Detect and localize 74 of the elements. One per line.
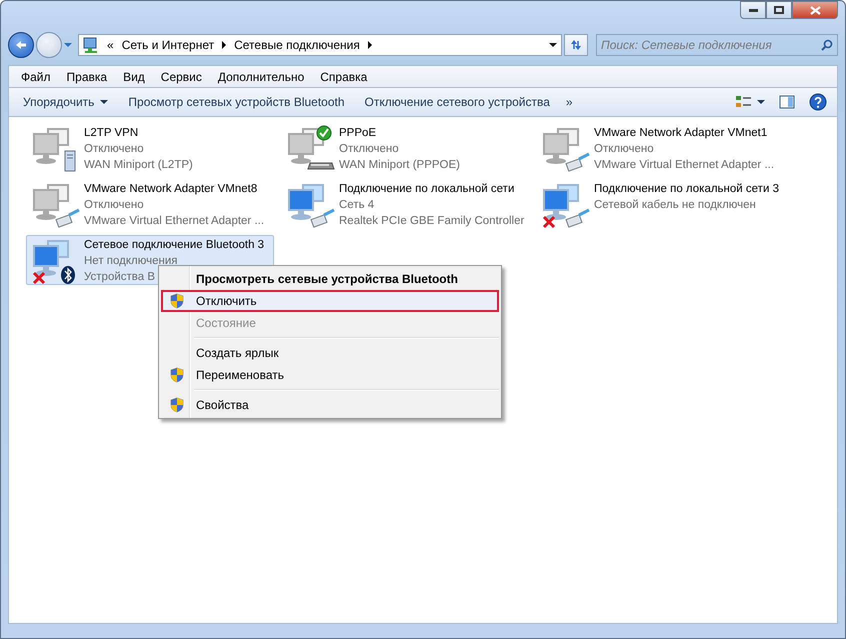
shield-icon xyxy=(170,397,184,413)
toolbar-button[interactable]: Отключение сетевого устройства xyxy=(354,92,560,112)
address-bar[interactable]: « Сеть и Интернет Сетевые подключения xyxy=(78,34,562,56)
shield-icon xyxy=(170,293,184,309)
server-icon xyxy=(64,150,76,172)
connection-name: Подключение по локальной сети 3 xyxy=(594,182,779,197)
menu-bar-item[interactable]: Дополнительно xyxy=(210,70,312,84)
search-icon xyxy=(821,39,833,51)
device-name: WAN Miniport (L2TP) xyxy=(84,158,193,173)
chevron-icon[interactable] xyxy=(222,41,226,49)
cable-icon xyxy=(310,208,335,228)
connection-item[interactable]: PPPoE Отключено WAN Miniport (PPPOE) xyxy=(281,123,529,173)
connection-status: Отключено xyxy=(84,142,144,157)
connection-status: Отключено xyxy=(84,198,144,213)
maximize-button[interactable] xyxy=(766,1,792,19)
connection-item[interactable]: Подключение по локальной сети Сеть 4 Realtek PCIe GBE Family Controller xyxy=(281,179,529,229)
menu-item[interactable]: Создать ярлык xyxy=(161,342,499,364)
menu-bar-item[interactable]: Файл xyxy=(13,70,59,84)
refresh-button[interactable] xyxy=(564,34,588,56)
connection-status: Нет подключения xyxy=(84,254,178,269)
shield-icon xyxy=(170,367,184,383)
view-options-icon[interactable] xyxy=(735,95,765,109)
menu-item[interactable]: Переименовать xyxy=(161,364,499,386)
more-commands[interactable]: » xyxy=(560,95,579,109)
back-button[interactable] xyxy=(8,32,34,58)
connection-status: Сеть 4 xyxy=(339,198,374,213)
help-icon[interactable] xyxy=(809,93,827,111)
modem-icon xyxy=(307,162,335,170)
network-folder-icon xyxy=(83,37,99,53)
menu-item[interactable]: Свойства xyxy=(161,394,499,416)
menu-bar-item[interactable]: Сервис xyxy=(152,70,210,84)
device-name: Устройства B xyxy=(84,270,156,285)
connection-name: L2TP VPN xyxy=(84,126,138,141)
menu-bar-item[interactable]: Правка xyxy=(58,70,116,84)
device-name: VMware Virtual Ethernet Adapter ... xyxy=(594,158,774,173)
connection-status: Отключено xyxy=(594,142,654,157)
chevron-icon[interactable] xyxy=(368,41,372,49)
refresh-icon xyxy=(569,39,583,51)
close-button[interactable] xyxy=(792,1,838,19)
connection-name: Подключение по локальной сети xyxy=(339,182,514,197)
connection-name: Сетевое подключение Bluetooth 3 xyxy=(84,238,264,253)
connection-item[interactable]: Подключение по локальной сети 3 Сетевой кабель не подключен xyxy=(536,179,784,229)
device-name: VMware Virtual Ethernet Adapter ... xyxy=(84,214,264,229)
bluetooth-icon xyxy=(61,266,75,284)
toolbar-button[interactable]: Упорядочить xyxy=(13,92,118,112)
menu-bar-item[interactable]: Справка xyxy=(312,70,376,84)
back-arrow-icon xyxy=(15,40,27,50)
cable-icon xyxy=(565,152,590,172)
history-caret-icon[interactable] xyxy=(64,43,72,47)
preview-pane-icon[interactable] xyxy=(779,95,795,109)
connection-item[interactable]: VMware Network Adapter VMnet8 Отключено VMware Virtual Ethernet Adapter ... xyxy=(26,179,274,229)
maximize-icon xyxy=(774,6,784,14)
cable-icon xyxy=(55,208,80,228)
device-name: WAN Miniport (PPPOE) xyxy=(339,158,460,173)
cable-icon xyxy=(565,208,590,228)
device-name: Realtek PCIe GBE Family Controller xyxy=(339,214,524,229)
menu-item[interactable]: Отключить xyxy=(161,290,499,312)
connection-name: VMware Network Adapter VMnet1 xyxy=(594,126,768,141)
breadcrumb-item[interactable]: Сеть и Интернет xyxy=(122,38,214,52)
search-field[interactable]: Поиск: Сетевые подключения xyxy=(596,34,838,56)
connection-item[interactable]: VMware Network Adapter VMnet1 Отключено VMware Virtual Ethernet Adapter ... xyxy=(536,123,784,173)
connection-status: Сетевой кабель не подключен xyxy=(594,198,756,213)
minimize-button[interactable] xyxy=(740,1,766,19)
connection-name: PPPoE xyxy=(339,126,376,141)
close-icon xyxy=(810,6,820,14)
menu-bar-item[interactable]: Вид xyxy=(115,70,153,84)
connection-name: VMware Network Adapter VMnet8 xyxy=(84,182,258,197)
toolbar-button[interactable]: Просмотр сетевых устройств Bluetooth xyxy=(118,92,355,112)
breadcrumb-item[interactable]: Сетевые подключения xyxy=(234,38,360,52)
dropdown-caret-icon[interactable] xyxy=(549,43,557,47)
connection-item[interactable]: L2TP VPN Отключено WAN Miniport (L2TP) xyxy=(26,123,274,173)
overflow-chevron[interactable]: « xyxy=(107,38,114,52)
minimize-icon xyxy=(748,8,758,12)
connection-status: Отключено xyxy=(339,142,399,157)
